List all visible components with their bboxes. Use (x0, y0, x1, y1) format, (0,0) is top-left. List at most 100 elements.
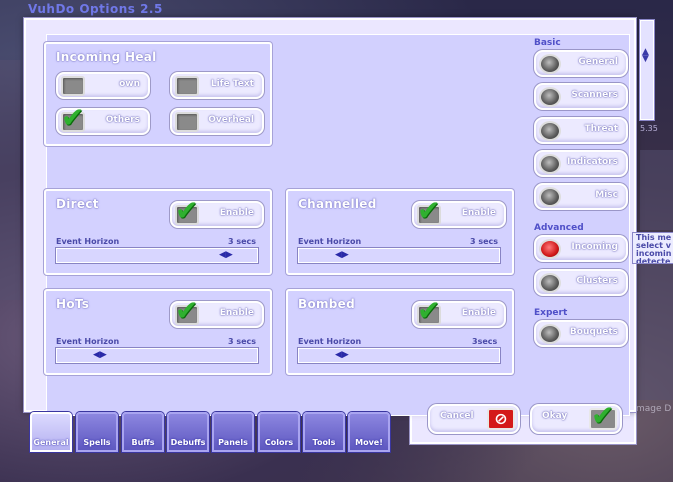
tab-label: Colors (264, 438, 294, 447)
toggle-own[interactable]: own (56, 72, 150, 99)
toggle-label: own (119, 79, 140, 89)
toggle-label: Enable (461, 208, 496, 218)
tab-label: Buffs (131, 438, 155, 447)
toggle-label: Enable (219, 308, 254, 318)
checkmark-icon: ✔ (417, 194, 441, 227)
slider-value: 3 secs (470, 237, 499, 246)
checkbox-icon (175, 76, 199, 96)
tooltip-line: detecte (636, 257, 671, 264)
nav-threat-button[interactable]: Threat (534, 117, 628, 144)
slider-label: Event Horizon (56, 337, 120, 346)
nav-label: General (578, 57, 618, 67)
toggle-others[interactable]: ✔ Others (56, 104, 150, 135)
tab-label: Tools (312, 438, 336, 447)
nav-misc-button[interactable]: Misc (534, 183, 628, 210)
bombed-enable-toggle[interactable]: ✔ Enable (412, 297, 506, 328)
tooltip: This me select v incomin detecte (632, 232, 673, 264)
tab-colors[interactable]: Colors (258, 412, 300, 452)
nav-scanners-button[interactable]: Scanners (534, 83, 628, 110)
tab-spells[interactable]: Spells (76, 412, 118, 452)
background-level-text: 5.35 (640, 124, 658, 133)
okay-button[interactable]: Okay ✔ (530, 402, 622, 434)
panel-title: Direct (56, 197, 99, 211)
nav-general-button[interactable]: General (534, 50, 628, 77)
cancel-button[interactable]: Cancel ⊘ (428, 404, 520, 434)
nav-incoming-button[interactable]: Incoming (534, 235, 628, 262)
tab-buffs[interactable]: Buffs (122, 412, 164, 452)
knob-icon (539, 187, 561, 207)
nav-label: Bouquets (569, 327, 618, 337)
nav-label: Incoming (571, 242, 618, 252)
tab-move[interactable]: Move! (348, 412, 390, 452)
checkbox-icon: ✔ (175, 297, 199, 325)
nav-label: Indicators (567, 157, 618, 167)
nav-indicators-button[interactable]: Indicators (534, 150, 628, 177)
tab-label: General (33, 438, 69, 447)
tab-label: Move! (355, 438, 383, 447)
checkmark-icon: ✔ (61, 101, 85, 134)
hots-event-horizon-slider[interactable]: ◀▶ (56, 348, 258, 363)
knob-icon (539, 121, 561, 141)
tab-tools[interactable]: Tools (303, 412, 345, 452)
nav-label: Scanners (571, 90, 618, 100)
checkbox-icon (61, 76, 85, 96)
knob-icon (539, 324, 561, 344)
slider-thumb-icon[interactable]: ◀▶ (93, 350, 107, 361)
toggle-label: Enable (461, 308, 496, 318)
nav-header-advanced: Advanced (534, 223, 584, 233)
tab-general[interactable]: General (30, 412, 72, 452)
tab-debuffs[interactable]: Debuffs (167, 412, 209, 452)
toggle-label: Life Text (210, 79, 254, 89)
tab-label: Debuffs (170, 438, 206, 447)
slider-thumb-icon[interactable]: ◀▶ (335, 250, 349, 261)
channelled-enable-toggle[interactable]: ✔ Enable (412, 197, 506, 228)
scroll-up-icon[interactable]: ▲ ▼ (642, 48, 649, 64)
checkmark-icon: ✔ (175, 194, 199, 227)
knob-icon (539, 54, 561, 74)
knob-icon (539, 273, 561, 293)
checkbox-icon: ✔ (175, 197, 199, 225)
slider-label: Event Horizon (298, 337, 362, 346)
panel-title: HoTs (56, 297, 90, 311)
slider-label: Event Horizon (298, 237, 362, 246)
nav-bouquets-button[interactable]: Bouquets (534, 320, 628, 347)
panel-title: Incoming Heal (56, 50, 157, 64)
checkmark-icon: ✔ (417, 294, 441, 327)
checkbox-icon (175, 112, 199, 132)
nav-header-expert: Expert (534, 308, 568, 318)
knob-icon (539, 87, 561, 107)
nav-label: Threat (584, 124, 618, 134)
cancel-icon: ⊘ (487, 408, 515, 430)
toggle-label: Overheal (208, 115, 254, 125)
button-label: Okay (542, 411, 568, 421)
tab-panels[interactable]: Panels (212, 412, 254, 452)
tab-label: Spells (83, 438, 111, 447)
nav-clusters-button[interactable]: Clusters (534, 269, 628, 296)
window-title: VuhDo Options 2.5 (28, 2, 163, 16)
toggle-overheal[interactable]: Overheal (170, 108, 264, 135)
bombed-event-horizon-slider[interactable]: ◀▶ (298, 348, 500, 363)
toggle-life-text[interactable]: Life Text (170, 72, 264, 99)
toggle-label: Others (105, 115, 140, 125)
nav-label: Misc (595, 190, 618, 200)
hots-enable-toggle[interactable]: ✔ Enable (170, 297, 264, 328)
slider-value: 3secs (472, 337, 498, 346)
background-text: mage D (636, 404, 672, 414)
channelled-event-horizon-slider[interactable]: ◀▶ (298, 248, 500, 263)
panel-title: Channelled (298, 197, 377, 211)
tab-label: Panels (218, 438, 248, 447)
checkbox-icon: ✔ (417, 197, 441, 225)
panel-title: Bombed (298, 297, 356, 311)
slider-thumb-icon[interactable]: ◀▶ (219, 250, 233, 261)
direct-enable-toggle[interactable]: ✔ Enable (170, 197, 264, 228)
button-label: Cancel (440, 411, 474, 421)
knob-icon (539, 154, 561, 174)
direct-event-horizon-slider[interactable]: ◀▶ (56, 248, 258, 263)
slider-thumb-icon[interactable]: ◀▶ (335, 350, 349, 361)
scrollbar[interactable]: ▲ ▼ (640, 20, 654, 120)
checkmark-icon: ✔ (591, 399, 615, 432)
nav-label: Clusters (576, 276, 618, 286)
okay-icon: ✔ (589, 402, 617, 430)
slider-label: Event Horizon (56, 237, 120, 246)
knob-active-icon (539, 239, 561, 259)
